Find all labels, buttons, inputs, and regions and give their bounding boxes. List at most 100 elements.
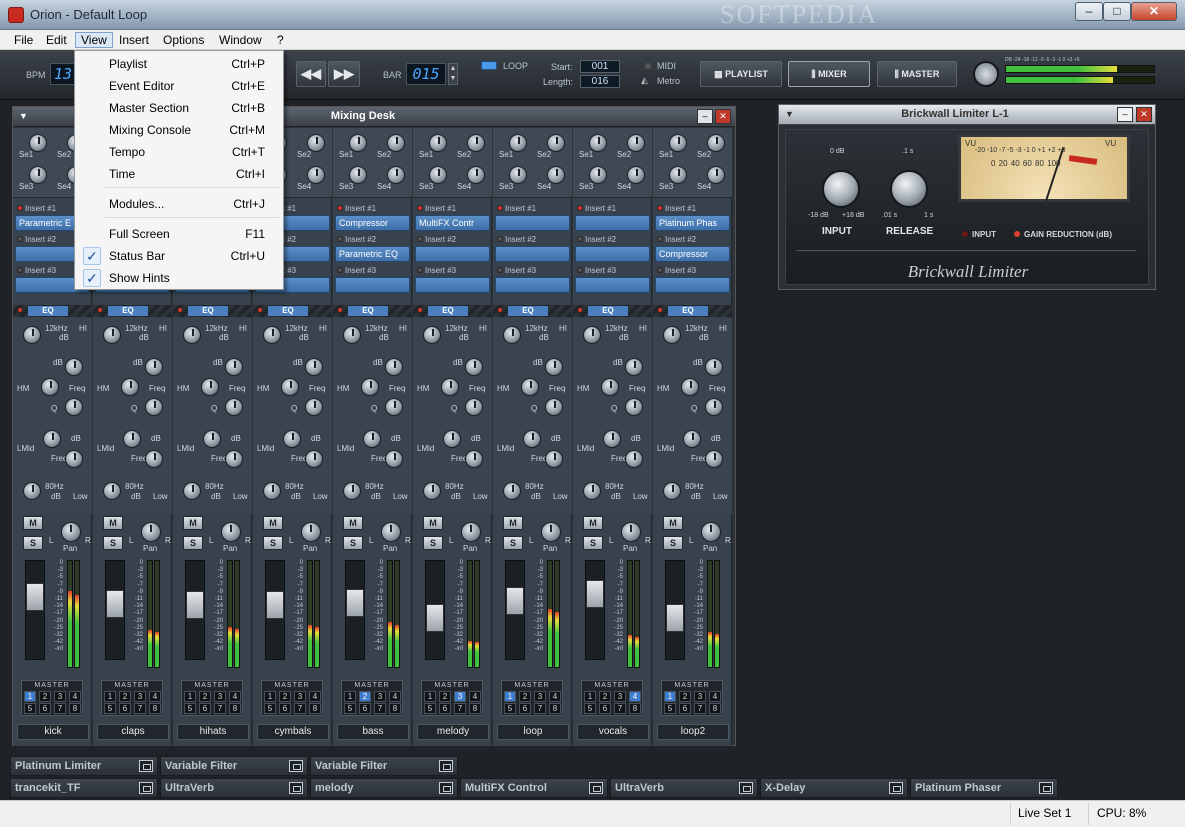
volume-fader[interactable] (26, 583, 44, 611)
metronome-icon[interactable]: ◭ (641, 75, 653, 85)
route-button-8[interactable]: 8 (629, 703, 641, 714)
restore-window-icon[interactable] (139, 760, 153, 772)
mute-button[interactable]: M (343, 516, 363, 530)
menu-file[interactable]: File (9, 32, 38, 48)
pan-knob[interactable] (701, 522, 721, 542)
channel-name[interactable]: loop (497, 724, 569, 740)
pan-knob[interactable] (461, 522, 481, 542)
menu-edit[interactable]: Edit (41, 32, 72, 48)
channel-name[interactable]: vocals (577, 724, 649, 740)
hm-q-knob[interactable] (145, 398, 163, 416)
eq-button[interactable]: EQ (28, 306, 68, 316)
restore-window-icon[interactable] (139, 782, 153, 794)
pan-knob[interactable] (301, 522, 321, 542)
restore-window-icon[interactable] (439, 760, 453, 772)
master-volume-knob[interactable] (973, 61, 999, 87)
volume-fader[interactable] (506, 587, 524, 615)
pan-knob[interactable] (541, 522, 561, 542)
plugin-tab[interactable]: X-Delay (760, 778, 908, 798)
route-button-3[interactable]: 3 (374, 691, 386, 702)
desk-minimize-button[interactable]: – (697, 109, 713, 124)
insert-box[interactable]: Compressor (655, 246, 730, 262)
insert-slot[interactable]: Insert #2 Compressor (655, 235, 730, 266)
plugin-tab[interactable]: Variable Filter (160, 756, 308, 776)
lmid-gain-knob[interactable] (123, 430, 141, 448)
route-button-7[interactable]: 7 (134, 703, 146, 714)
volume-fader[interactable] (346, 589, 364, 617)
eq-led[interactable] (97, 307, 103, 313)
volume-fader[interactable] (266, 591, 284, 619)
solo-button[interactable]: S (423, 536, 443, 550)
route-button-8[interactable]: 8 (69, 703, 81, 714)
route-button-5[interactable]: 5 (264, 703, 276, 714)
lmid-freq-knob[interactable] (65, 450, 83, 468)
insert-box[interactable]: MultiFX Contr (415, 215, 490, 231)
hm-q-knob[interactable] (705, 398, 723, 416)
view-menu-item-playlist[interactable]: Playlist Ctrl+P (77, 53, 281, 75)
low-gain-knob[interactable] (583, 482, 601, 500)
insert-box[interactable]: Compressor (335, 215, 410, 231)
channel-name[interactable]: kick (17, 724, 89, 740)
lmid-freq-knob[interactable] (705, 450, 723, 468)
view-menu-item-event-editor[interactable]: Event Editor Ctrl+E (77, 75, 281, 97)
lmid-gain-knob[interactable] (43, 430, 61, 448)
low-gain-knob[interactable] (663, 482, 681, 500)
hm-freq-knob[interactable] (201, 378, 219, 396)
limiter-close-button[interactable]: ✕ (1136, 107, 1152, 122)
solo-button[interactable]: S (103, 536, 123, 550)
volume-fader[interactable] (106, 590, 124, 618)
insert-slot[interactable]: Insert #2 Parametric EQ (335, 235, 410, 266)
route-button-7[interactable]: 7 (614, 703, 626, 714)
route-button-4[interactable]: 4 (389, 691, 401, 702)
view-menu-item-full-screen[interactable]: Full Screen F11 (77, 223, 281, 245)
insert-slot[interactable]: Insert #1 (575, 204, 650, 235)
menu-options[interactable]: Options (158, 32, 209, 48)
pan-knob[interactable] (221, 522, 241, 542)
solo-button[interactable]: S (503, 536, 523, 550)
route-button-5[interactable]: 5 (424, 703, 436, 714)
view-menu-item-status-bar[interactable]: ✓ Status Bar Ctrl+U (77, 245, 281, 267)
menu-help[interactable]: ? (272, 32, 289, 48)
plugin-tab[interactable]: UltraVerb (160, 778, 308, 798)
insert-box[interactable] (575, 215, 650, 231)
channel-name[interactable]: hihats (177, 724, 249, 740)
route-button-1[interactable]: 1 (664, 691, 676, 702)
hm-freq-knob[interactable] (361, 378, 379, 396)
minimize-button[interactable]: – (1075, 2, 1103, 21)
hm-freq-knob[interactable] (521, 378, 539, 396)
loop-start-display[interactable]: 001 (580, 60, 620, 73)
route-button-1[interactable]: 1 (104, 691, 116, 702)
route-button-6[interactable]: 6 (439, 703, 451, 714)
hi-gain-knob[interactable] (663, 326, 681, 344)
gain-radio-led[interactable] (1014, 231, 1020, 237)
insert-box[interactable]: Platinum Phas (655, 215, 730, 231)
route-button-4[interactable]: 4 (69, 691, 81, 702)
view-menu-item-master-section[interactable]: Master Section Ctrl+B (77, 97, 281, 119)
limiter-minimize-button[interactable]: – (1117, 107, 1133, 122)
channel-name[interactable]: claps (97, 724, 169, 740)
channel-name[interactable]: melody (417, 724, 489, 740)
hi-gain-knob[interactable] (183, 326, 201, 344)
route-button-3[interactable]: 3 (454, 691, 466, 702)
route-button-1[interactable]: 1 (504, 691, 516, 702)
insert-slot[interactable]: Insert #3 (495, 266, 570, 297)
route-button-6[interactable]: 6 (519, 703, 531, 714)
route-button-4[interactable]: 4 (469, 691, 481, 702)
lmid-gain-knob[interactable] (443, 430, 461, 448)
bpm-display[interactable]: 13 (50, 63, 76, 85)
route-button-5[interactable]: 5 (504, 703, 516, 714)
hm-freq-knob[interactable] (281, 378, 299, 396)
pan-knob[interactable] (621, 522, 641, 542)
hm-q-knob[interactable] (65, 398, 83, 416)
lmid-gain-knob[interactable] (603, 430, 621, 448)
mute-button[interactable]: M (583, 516, 603, 530)
insert-slot[interactable]: Insert #1 MultiFX Contr (415, 204, 490, 235)
restore-window-icon[interactable] (1039, 782, 1053, 794)
route-button-7[interactable]: 7 (54, 703, 66, 714)
lmid-gain-knob[interactable] (203, 430, 221, 448)
lmid-freq-knob[interactable] (225, 450, 243, 468)
route-button-1[interactable]: 1 (584, 691, 596, 702)
pan-knob[interactable] (381, 522, 401, 542)
route-button-8[interactable]: 8 (549, 703, 561, 714)
low-gain-knob[interactable] (103, 482, 121, 500)
